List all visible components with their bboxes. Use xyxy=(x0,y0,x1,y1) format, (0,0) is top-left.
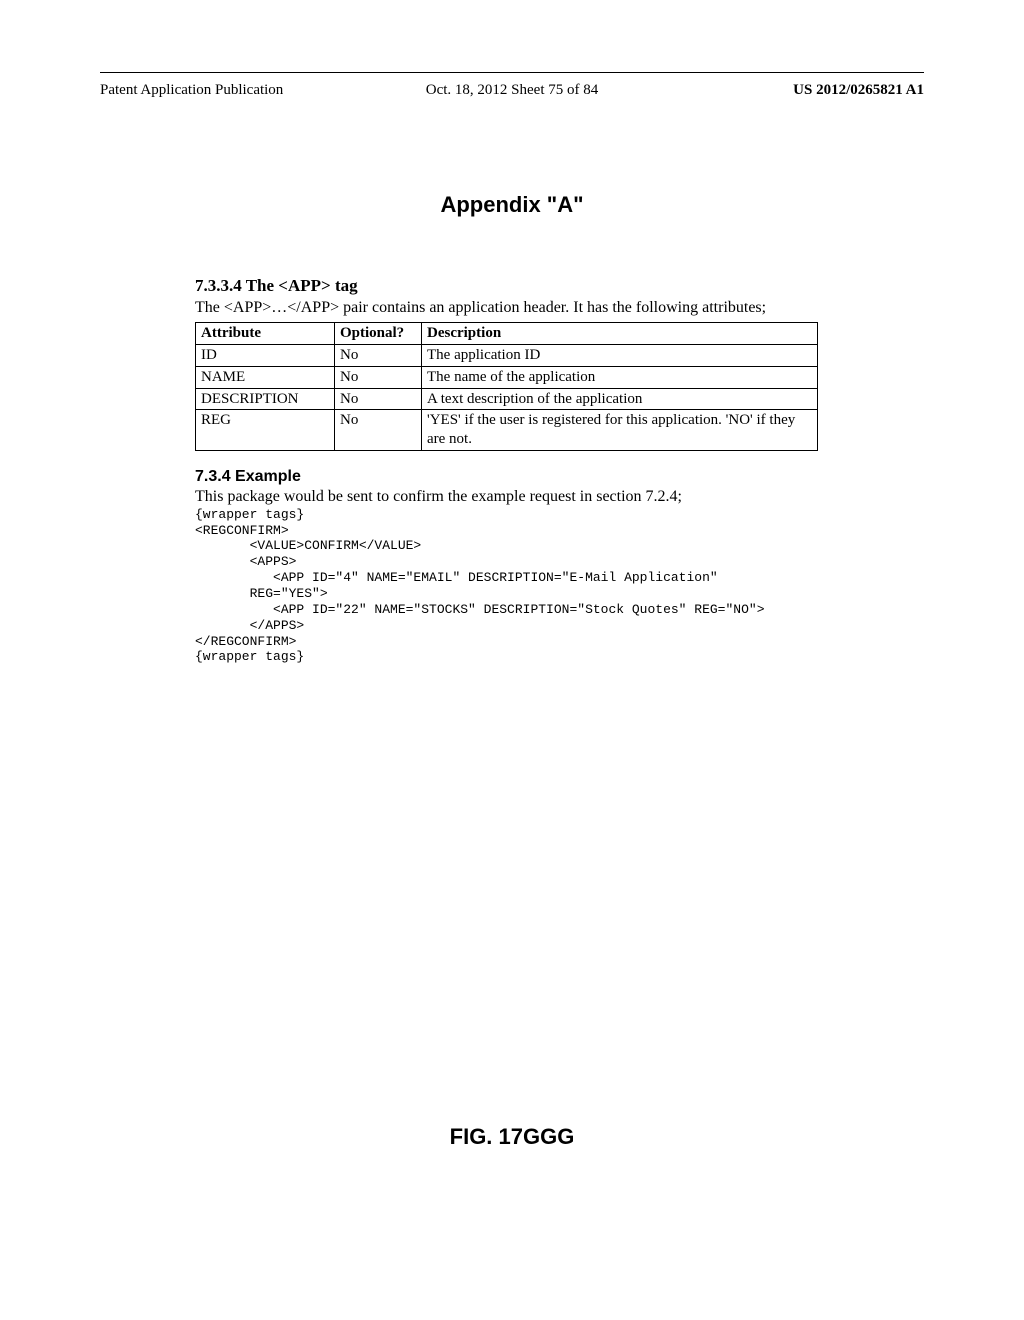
section-intro-example: This package would be sent to confirm th… xyxy=(195,487,825,507)
content-area: 7.3.3.4 The <APP> tag The <APP>…</APP> p… xyxy=(195,275,825,665)
table-cell-optional: No xyxy=(335,410,422,451)
attributes-table: Attribute Optional? Description ID No Th… xyxy=(195,322,818,451)
table-header-row: Attribute Optional? Description xyxy=(196,323,818,345)
table-cell-description: 'YES' if the user is registered for this… xyxy=(422,410,818,451)
section-heading-example: 7.3.4 Example xyxy=(195,467,825,487)
appendix-title: Appendix "A" xyxy=(0,192,1024,218)
table-cell-attribute: DESCRIPTION xyxy=(196,388,335,410)
table-cell-attribute: NAME xyxy=(196,366,335,388)
table-row: ID No The application ID xyxy=(196,345,818,367)
figure-label: FIG. 17GGG xyxy=(0,1124,1024,1150)
section-heading-app-tag: 7.3.3.4 The <APP> tag xyxy=(195,275,825,296)
table-cell-optional: No xyxy=(335,345,422,367)
section-intro-app-tag: The <APP>…</APP> pair contains an applic… xyxy=(195,298,825,318)
table-cell-attribute: ID xyxy=(196,345,335,367)
header-rule xyxy=(100,72,924,73)
example-code-block: {wrapper tags} <REGCONFIRM> <VALUE>CONFI… xyxy=(195,507,825,666)
table-header-attribute: Attribute xyxy=(196,323,335,345)
table-cell-description: The application ID xyxy=(422,345,818,367)
table-cell-description: A text description of the application xyxy=(422,388,818,410)
table-header-optional: Optional? xyxy=(335,323,422,345)
table-row: REG No 'YES' if the user is registered f… xyxy=(196,410,818,451)
table-header-description: Description xyxy=(422,323,818,345)
table-cell-description: The name of the application xyxy=(422,366,818,388)
table-cell-optional: No xyxy=(335,366,422,388)
table-row: NAME No The name of the application xyxy=(196,366,818,388)
page: Patent Application Publication Oct. 18, … xyxy=(0,0,1024,1320)
table-cell-optional: No xyxy=(335,388,422,410)
table-row: DESCRIPTION No A text description of the… xyxy=(196,388,818,410)
table-cell-attribute: REG xyxy=(196,410,335,451)
header-right: US 2012/0265821 A1 xyxy=(793,82,924,99)
